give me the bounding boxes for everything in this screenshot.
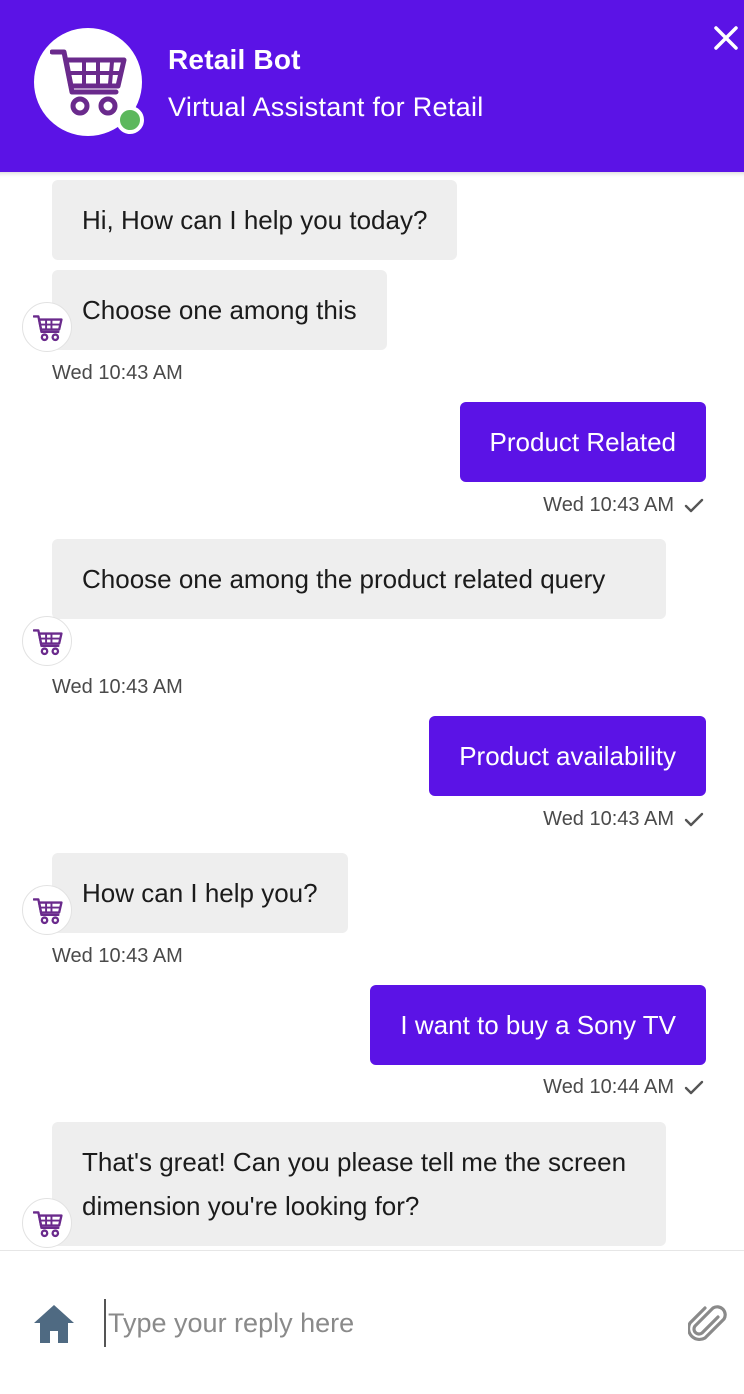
bot-subtitle: Virtual Assistant for Retail xyxy=(168,92,484,122)
shopping-cart-icon xyxy=(33,1211,63,1238)
message-timestamp-row: Wed 10:44 AM xyxy=(543,1076,704,1099)
message-text: I want to buy a Sony TV xyxy=(400,1010,676,1040)
bot-mini-avatar xyxy=(22,1198,72,1248)
message-timestamp: Wed 10:44 AM xyxy=(543,1076,674,1098)
message-timestamp: Wed 10:43 AM xyxy=(52,676,183,698)
attach-button[interactable] xyxy=(686,1303,728,1345)
message-text: How can I help you? xyxy=(82,878,318,908)
message-text: Choose one among the product related que… xyxy=(82,564,606,594)
shopping-cart-icon xyxy=(33,629,63,656)
home-button[interactable] xyxy=(32,1303,76,1345)
bot-message: Choose one among this xyxy=(52,270,387,350)
bot-message: That's great! Can you please tell me the… xyxy=(52,1122,666,1246)
user-message[interactable]: Product Related xyxy=(459,402,706,482)
message-timestamp: Wed 10:43 AM xyxy=(543,494,674,516)
message-timestamp-row: Wed 10:43 AM xyxy=(543,808,704,831)
message-text: That's great! Can you please tell me the… xyxy=(82,1147,627,1221)
scrollbar[interactable] xyxy=(736,172,744,1250)
message-text: Choose one among this xyxy=(82,295,357,325)
user-message[interactable]: I want to buy a Sony TV xyxy=(370,985,706,1065)
checkmark-icon xyxy=(684,1080,704,1094)
message-timestamp: Wed 10:43 AM xyxy=(52,362,183,384)
bot-mini-avatar xyxy=(22,616,72,666)
message-timestamp: Wed 10:43 AM xyxy=(543,808,674,830)
bot-message: Hi, How can I help you today? xyxy=(52,180,458,260)
checkmark-icon xyxy=(684,812,704,826)
composer-bar xyxy=(0,1250,744,1394)
message-timestamp: Wed 10:43 AM xyxy=(52,945,183,967)
user-message[interactable]: Product availability xyxy=(429,716,706,796)
reply-input[interactable] xyxy=(104,1299,664,1347)
chat-header: Retail Bot Virtual Assistant for Retail xyxy=(0,0,744,172)
message-timestamp-row: Wed 10:43 AM xyxy=(543,494,704,517)
paperclip-icon xyxy=(686,1305,727,1342)
bot-message: How can I help you? xyxy=(52,853,348,933)
close-button[interactable] xyxy=(708,20,744,56)
home-icon xyxy=(34,1305,74,1343)
bot-name: Retail Bot xyxy=(168,44,301,75)
message-text: Hi, How can I help you today? xyxy=(82,205,428,235)
bot-message: Choose one among the product related que… xyxy=(52,539,666,619)
message-text: Product availability xyxy=(459,741,676,771)
message-text: Product Related xyxy=(489,427,676,457)
close-icon xyxy=(714,26,738,50)
bot-mini-avatar xyxy=(22,302,72,352)
shopping-cart-icon xyxy=(33,898,63,925)
shopping-cart-icon xyxy=(50,49,127,116)
bot-mini-avatar xyxy=(22,885,72,935)
shopping-cart-icon xyxy=(33,315,63,342)
checkmark-icon xyxy=(684,498,704,512)
online-status-dot xyxy=(116,106,144,134)
message-list[interactable]: Hi, How can I help you today? Choose one… xyxy=(0,172,744,1250)
